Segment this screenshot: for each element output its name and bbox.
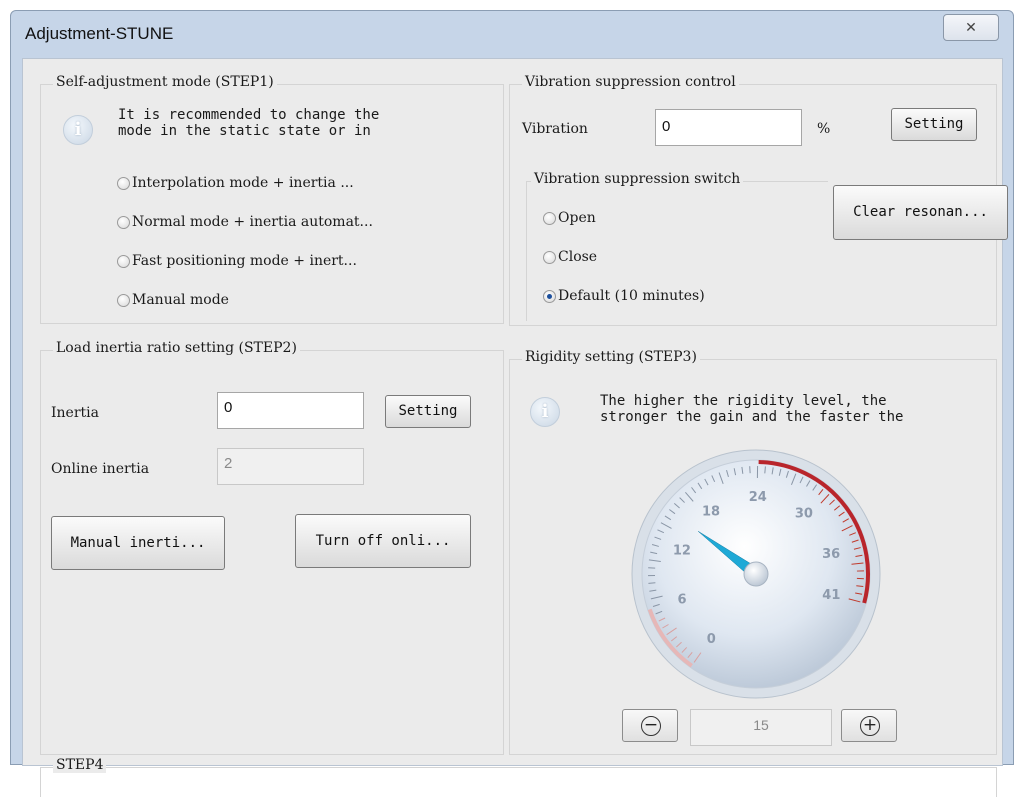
- rigidity-title: Rigidity setting (STEP3): [522, 349, 700, 365]
- plus-circle-icon: +: [860, 716, 880, 736]
- vibration-switch-title: Vibration suppression switch: [531, 171, 743, 187]
- gauge-tick: [648, 583, 655, 584]
- step3-note-line-1: The higher the rigidity level, the: [600, 393, 995, 409]
- vibration-suppression-group: Vibration suppression control Vibration …: [509, 84, 997, 326]
- radio-button[interactable]: [117, 255, 130, 268]
- mode-option-manual[interactable]: Manual mode: [117, 290, 229, 310]
- radio-button[interactable]: [543, 212, 556, 225]
- step4-title: STEP4: [53, 757, 106, 773]
- vibration-option-close[interactable]: Close: [543, 247, 597, 267]
- mode-option-label: Fast positioning mode + inert...: [132, 253, 357, 269]
- radio-button[interactable]: [117, 294, 130, 307]
- mode-option-label: Normal mode + inertia automat...: [132, 214, 373, 230]
- dialog-window: Adjustment-STUNE ✕ Self-adjustment mode …: [10, 10, 1014, 765]
- turn-off-online-button[interactable]: Turn off onli...: [295, 514, 471, 568]
- clear-resonance-button[interactable]: Clear resonan...: [833, 185, 1008, 240]
- inertia-label: Inertia: [51, 405, 99, 421]
- vibration-label: Vibration: [522, 121, 588, 137]
- vibration-setting-button[interactable]: Setting: [891, 108, 977, 141]
- decrease-rigidity-button[interactable]: −: [622, 709, 678, 742]
- inertia-setting-button[interactable]: Setting: [385, 395, 471, 428]
- vibration-unit: %: [817, 121, 830, 137]
- self-adjustment-group: Self-adjustment mode (STEP1) i It is rec…: [40, 84, 504, 324]
- step1-note-line-1: It is recommended to change the: [118, 107, 498, 123]
- vibration-suppression-title: Vibration suppression control: [522, 74, 739, 90]
- gauge-tick-label: 0: [707, 632, 716, 647]
- gauge-hub: [744, 562, 768, 586]
- mode-option-fast-positioning[interactable]: Fast positioning mode + inert...: [117, 251, 357, 271]
- step1-note-line-2: mode in the static state or in: [118, 123, 498, 139]
- title-bar[interactable]: Adjustment-STUNE ✕: [11, 11, 1013, 59]
- load-inertia-title: Load inertia ratio setting (STEP2): [53, 340, 300, 356]
- inertia-input[interactable]: 0: [217, 392, 364, 429]
- increase-rigidity-button[interactable]: +: [841, 709, 897, 742]
- mode-option-label: Manual mode: [132, 292, 229, 308]
- dialog-content: Self-adjustment mode (STEP1) i It is rec…: [22, 58, 1003, 766]
- load-inertia-group: Load inertia ratio setting (STEP2) Inert…: [40, 350, 504, 755]
- vibration-option-label: Open: [558, 210, 596, 226]
- vibration-option-default[interactable]: Default (10 minutes): [543, 286, 705, 306]
- online-inertia-field: 2: [217, 448, 364, 485]
- radio-button[interactable]: [117, 177, 130, 190]
- step3-note-line-2: stronger the gain and the faster the: [600, 409, 995, 425]
- mode-option-normal[interactable]: Normal mode + inertia automat...: [117, 212, 373, 232]
- rigidity-value-display: 15: [690, 709, 832, 746]
- mode-option-label: Interpolation mode + inertia ...: [132, 175, 354, 191]
- step1-note: It is recommended to change the mode in …: [118, 107, 498, 144]
- radio-button[interactable]: [117, 216, 130, 229]
- gauge-tick-label: 6: [677, 593, 686, 608]
- minus-circle-icon: −: [641, 716, 661, 736]
- mode-option-interpolation[interactable]: Interpolation mode + inertia ...: [117, 173, 354, 193]
- radio-button-selected[interactable]: [543, 290, 556, 303]
- gauge-tick-label: 24: [749, 490, 767, 505]
- gauge-tick-label: 41: [822, 588, 840, 603]
- vibration-option-label: Close: [558, 249, 597, 265]
- radio-button[interactable]: [543, 251, 556, 264]
- gauge-tick-label: 30: [795, 506, 813, 521]
- step4-group: STEP4: [40, 767, 997, 797]
- step3-note: The higher the rigidity level, the stron…: [600, 393, 995, 430]
- vibration-option-open[interactable]: Open: [543, 208, 596, 228]
- window-title: Adjustment-STUNE: [25, 24, 173, 44]
- manual-inertia-button[interactable]: Manual inerti...: [51, 516, 225, 570]
- online-inertia-label: Online inertia: [51, 461, 149, 477]
- rigidity-group: Rigidity setting (STEP3) i The higher th…: [509, 359, 997, 755]
- self-adjustment-title: Self-adjustment mode (STEP1): [53, 74, 277, 90]
- vibration-input[interactable]: 0: [655, 109, 802, 146]
- gauge-tick-label: 36: [822, 547, 840, 562]
- gauge-tick-label: 12: [673, 544, 691, 559]
- gauge-tick: [765, 466, 766, 473]
- vibration-option-label: Default (10 minutes): [558, 288, 705, 304]
- info-icon: i: [63, 115, 93, 145]
- close-button[interactable]: ✕: [943, 14, 999, 41]
- gauge-tick-label: 18: [702, 504, 720, 519]
- info-icon: i: [530, 397, 560, 427]
- rigidity-gauge[interactable]: 0 6 12 18 24 30 36 41: [626, 444, 886, 704]
